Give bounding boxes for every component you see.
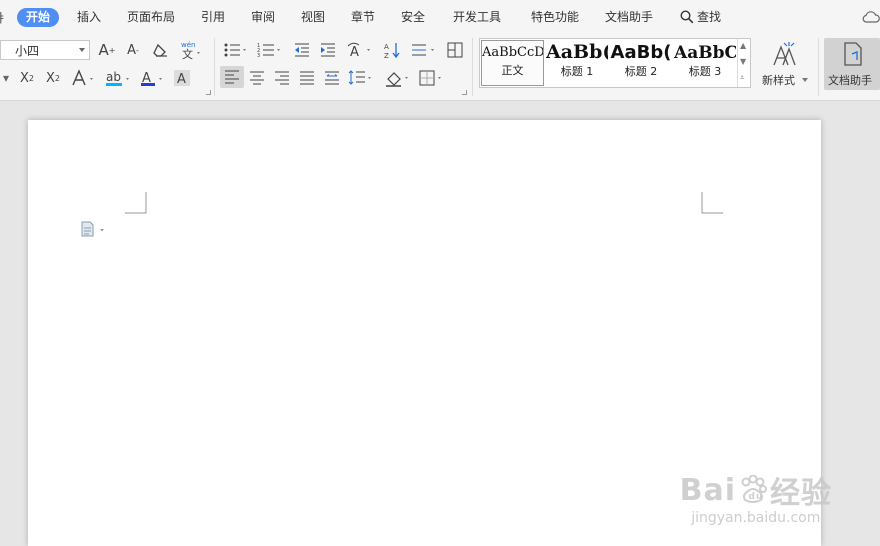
tab-chapter[interactable]: 章节 [351,8,375,26]
watermark-brand-part: Bai [679,472,736,508]
text-box-layout-icon[interactable] [445,40,465,60]
document-assistant-icon [841,40,865,68]
chevron-down-icon [802,78,808,82]
style-sample: AaBbC [674,43,736,63]
paragraph-group-dialog-launcher[interactable] [462,90,467,95]
show-hide-marks-icon[interactable] [410,40,438,60]
font-size-select[interactable]: 小四 [0,40,90,60]
tab-review[interactable]: 审阅 [251,8,275,26]
borders-icon[interactable] [418,68,446,88]
svg-text:du: du [749,492,764,502]
decrease-font-size-icon[interactable]: A- [123,40,143,60]
distributed-icon[interactable] [322,68,342,88]
paste-options-icon[interactable] [80,221,108,237]
justify-icon[interactable] [297,68,317,88]
line-spacing-icon[interactable] [347,68,375,88]
styles-scroller[interactable]: ▲ ▼ ⩡ [737,39,751,87]
svg-text:A: A [384,43,389,51]
style-sample: AaBb( [610,42,672,63]
font-group-dialog-launcher[interactable] [206,90,211,95]
tab-special-features[interactable]: 特色功能 [531,8,579,26]
phonetic-guide-icon[interactable]: wén 文 [178,39,204,61]
style-sample: AaBbCcDd [482,45,544,60]
numbering-icon[interactable]: 123 [256,40,284,60]
baidu-jingyan-watermark: Bai du u 经验 jingyan.baidu.com [680,468,832,527]
new-style-label: 新样式 [762,74,795,87]
text-effect-icon[interactable] [70,68,98,88]
sort-icon[interactable]: AZ [382,40,404,60]
ribbon-toolbar: 小四 A+ A- wén文 ▾ X2 X2 ab A A 123 A AZ [0,34,880,101]
clear-format-icon[interactable] [150,40,170,60]
tab-start[interactable]: 开始 [17,8,60,27]
document-assistant-button[interactable]: 文档助手 [824,38,880,90]
shading-icon[interactable] [384,68,412,88]
align-left-icon[interactable] [220,66,244,88]
watermark-brand-cn: 经验 [770,476,832,511]
search-label: 查找 [697,10,722,24]
watermark-url: jingyan.baidu.com [691,510,821,526]
expand-gallery-icon[interactable]: ⩡ [740,73,745,83]
tab-references[interactable]: 引用 [201,8,225,26]
tab-view[interactable]: 视图 [301,8,325,26]
svg-text:文: 文 [182,47,193,60]
highlight-icon[interactable]: ab [104,68,134,88]
subscript-icon[interactable]: X2 [42,68,64,88]
svg-text:A: A [350,45,359,59]
increase-indent-icon[interactable] [318,40,338,60]
increase-font-size-icon[interactable]: A + [97,40,117,60]
search-icon [680,10,694,24]
bullets-icon[interactable] [222,40,250,60]
style-label: 正文 [501,64,524,77]
watermark-logo: Bai du u 经验 [680,468,832,512]
align-right-icon[interactable] [272,68,292,88]
font-size-value: 小四 [15,44,40,58]
style-heading-3[interactable]: AaBbC 标题 3 [674,40,736,86]
more-font-tools-icon[interactable]: ▾ [0,68,12,88]
decrease-indent-icon[interactable] [292,40,312,60]
font-color-icon[interactable]: A [139,68,167,88]
menu-overflow-glyph[interactable]: ǂ [0,8,4,26]
superscript-icon[interactable]: X2 [16,68,38,88]
style-label: 标题 1 [560,65,594,78]
chevron-down-icon[interactable]: ▼ [740,57,746,66]
style-heading-1[interactable]: AaBb( 标题 1 [546,40,608,86]
change-case-icon[interactable]: A [346,40,374,60]
style-normal[interactable]: AaBbCcDd 正文 [481,40,544,86]
tab-document-assistant[interactable]: 文档助手 [605,8,653,26]
menu-bar: ǂ 开始 插入 页面布局 引用 审阅 视图 章节 安全 开发工具 特色功能 文档… [0,0,880,34]
style-heading-2[interactable]: AaBb( 标题 2 [610,40,672,86]
svg-text:A: A [177,72,186,87]
style-label: 标题 3 [688,65,722,78]
align-center-icon[interactable] [247,68,267,88]
svg-text:3: 3 [257,53,260,58]
style-label: 标题 2 [624,65,658,78]
svg-text:ab: ab [106,70,121,84]
paw-icon: du [741,475,767,503]
chevron-up-icon[interactable]: ▲ [740,41,746,50]
cloud-icon[interactable] [862,9,880,25]
new-style-icon [770,40,798,68]
character-shading-icon[interactable]: A [172,68,192,88]
svg-text:Z: Z [384,52,389,59]
search-button[interactable]: 查找 [680,8,721,26]
divider [214,38,215,96]
styles-gallery: AaBbCcDd 正文 AaBb( 标题 1 AaBb( 标题 2 AaBbC … [479,38,751,88]
tab-insert[interactable]: 插入 [77,8,101,26]
tab-developer-tools[interactable]: 开发工具 [453,8,501,26]
tab-page-layout[interactable]: 页面布局 [127,8,175,26]
chevron-down-icon [79,48,85,52]
divider [472,38,473,96]
margin-corner-top-left [125,192,147,214]
divider [818,38,819,96]
document-assistant-label: 文档助手 [828,74,872,87]
style-sample: AaBb( [546,41,608,63]
tab-security[interactable]: 安全 [401,8,425,26]
margin-corner-top-right [701,192,723,214]
new-style-button[interactable]: 新样式 [760,38,810,90]
